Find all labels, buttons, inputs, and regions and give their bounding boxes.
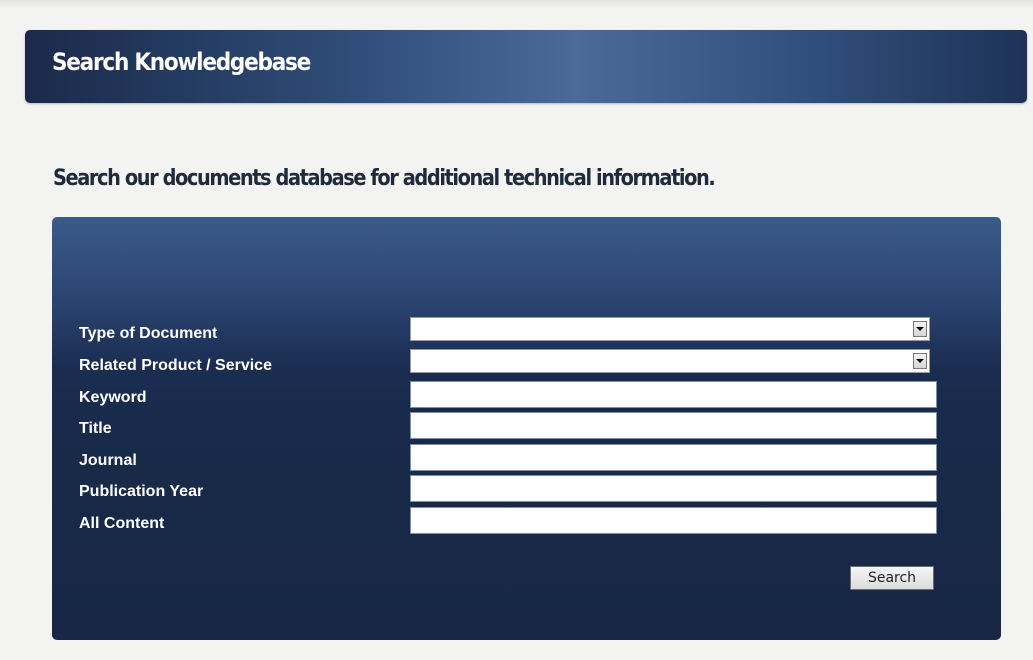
type-of-document-label: Type of Document [79,325,218,342]
publication-year-label: Publication Year [79,483,204,500]
chevron-down-icon[interactable] [913,353,927,369]
title-label: Title [79,420,112,437]
search-form: Type of Document Related Product / Servi… [52,217,1001,640]
journal-label: Journal [79,452,137,469]
type-of-document-select[interactable] [410,317,930,341]
page-subheading: Search our documents database for additi… [53,166,716,191]
page-header: Search Knowledgebase [25,30,1027,103]
all-content-label: All Content [79,515,165,532]
publication-year-input[interactable] [410,475,937,502]
related-product-service-label: Related Product / Service [79,357,272,374]
related-product-service-select[interactable] [410,349,930,373]
chevron-down-icon[interactable] [913,321,927,337]
title-input[interactable] [410,412,937,439]
top-shadow [0,0,1033,8]
all-content-input[interactable] [410,507,937,534]
page-title: Search Knowledgebase [52,48,311,76]
keyword-input[interactable] [410,381,937,408]
journal-input[interactable] [410,444,937,471]
search-button[interactable]: Search [850,566,934,590]
keyword-label: Keyword [79,389,147,406]
